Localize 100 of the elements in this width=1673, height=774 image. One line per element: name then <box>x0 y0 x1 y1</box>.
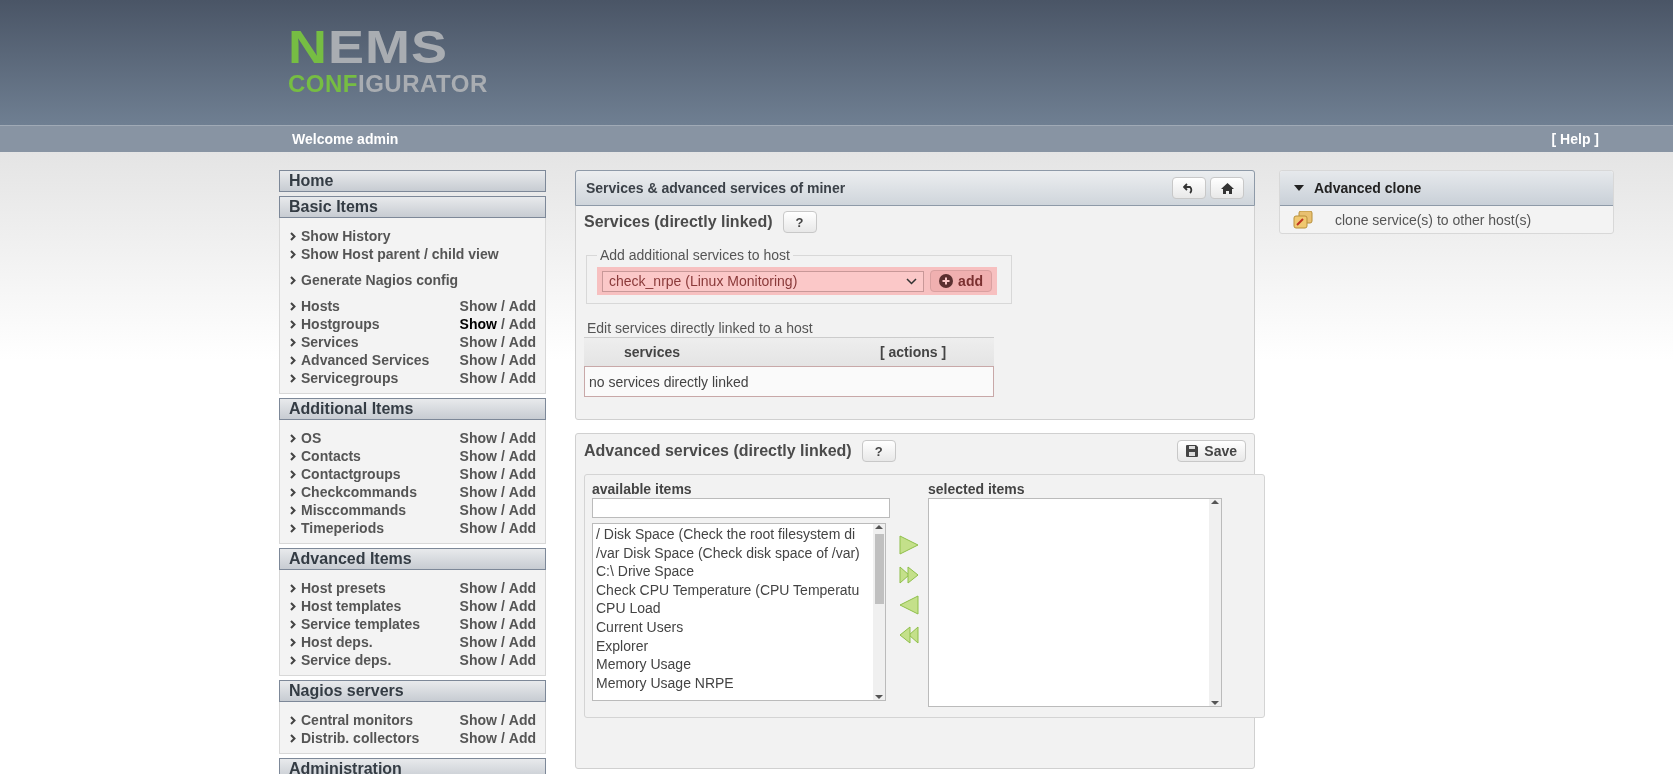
sidebar-link[interactable]: Show Host parent / child view <box>301 246 536 262</box>
add-link[interactable]: Add <box>508 448 536 464</box>
sidebar-heading[interactable]: Administration <box>279 758 546 774</box>
sidebar-link[interactable]: Contacts <box>301 448 460 464</box>
add-link[interactable]: Add <box>508 316 536 332</box>
add-link[interactable]: Add <box>508 652 536 668</box>
add-link[interactable]: Add <box>508 370 536 386</box>
sidebar-link[interactable]: Hostgroups <box>301 316 460 332</box>
show-link[interactable]: Show <box>459 370 497 386</box>
sidebar-link[interactable]: Distrib. collectors <box>301 730 460 746</box>
show-link[interactable]: Show <box>459 430 497 446</box>
show-link[interactable]: Show <box>459 502 497 518</box>
list-item[interactable]: CPU Load <box>596 599 870 618</box>
show-link[interactable]: Show <box>459 616 497 632</box>
double-arrow-icon[interactable] <box>898 625 920 645</box>
arrow-icon[interactable] <box>898 535 920 555</box>
back-button[interactable] <box>1172 177 1206 199</box>
add-button[interactable]: add <box>930 270 992 292</box>
help-button[interactable]: ? <box>861 440 896 462</box>
sidebar-link[interactable]: Timeperiods <box>301 520 460 536</box>
list-item[interactable]: C:\ Drive Space <box>596 562 870 581</box>
show-link[interactable]: Show <box>459 652 497 668</box>
help-button[interactable]: ? <box>782 211 817 233</box>
scroll-down-icon[interactable] <box>875 694 883 700</box>
list-item[interactable]: Memory Usage <box>596 655 870 674</box>
list-item[interactable]: Current Users <box>596 617 870 637</box>
add-link[interactable]: Add <box>508 580 536 596</box>
service-select[interactable]: check_nrpe (Linux Monitoring) <box>602 270 925 292</box>
separator-text: / <box>500 502 505 518</box>
sidebar-link[interactable]: Host templates <box>301 598 460 614</box>
sidebar-link[interactable]: Misccommands <box>301 502 460 518</box>
separator-text: / <box>500 334 505 350</box>
add-link[interactable]: Add <box>508 598 536 614</box>
scroll-up-icon[interactable] <box>1211 499 1219 505</box>
sidebar-link[interactable]: Hosts <box>301 298 460 314</box>
sidebar-link[interactable]: OS <box>301 430 460 446</box>
scroll-up-icon[interactable] <box>875 524 883 530</box>
add-link[interactable]: Add <box>508 712 536 728</box>
scrollbar[interactable] <box>1209 499 1221 706</box>
available-list[interactable] <box>592 523 886 701</box>
sidebar-link[interactable]: Service deps. <box>301 652 460 668</box>
sidebar-link[interactable]: Central monitors <box>301 712 460 728</box>
add-link[interactable]: Add <box>508 520 536 536</box>
separator-text: / <box>500 316 505 332</box>
scroll-down-icon[interactable] <box>1211 700 1219 706</box>
add-link[interactable]: Add <box>508 616 536 632</box>
show-link[interactable]: Show <box>459 580 497 596</box>
sidebar-link[interactable]: Generate Nagios config <box>301 272 536 288</box>
section-heading: Services (directly linked) <box>584 213 773 231</box>
list-label: selected items <box>928 481 1026 498</box>
add-link[interactable]: Add <box>508 484 536 500</box>
sidebar-link[interactable]: Advanced Services <box>301 352 460 368</box>
add-link[interactable]: Add <box>508 334 536 350</box>
separator-text: / <box>500 484 505 500</box>
sidebar-link[interactable]: Show History <box>301 228 536 244</box>
sidebar-heading[interactable]: Advanced Items <box>279 548 546 570</box>
add-link[interactable]: Add <box>508 430 536 446</box>
sidebar-link[interactable]: Checkcommands <box>301 484 460 500</box>
sidebar-link[interactable]: Host deps. <box>301 634 460 650</box>
list-item[interactable]: Check CPU Temperature (CPU Temperatu <box>596 580 870 600</box>
show-link[interactable]: Show <box>459 520 497 536</box>
show-link[interactable]: Show <box>459 448 497 464</box>
list-item[interactable]: Explorer <box>596 636 870 656</box>
home-icon <box>1220 182 1234 194</box>
add-link[interactable]: Add <box>508 730 536 746</box>
show-link[interactable]: Show <box>459 466 497 482</box>
sidebar-heading[interactable]: Home <box>279 170 546 192</box>
show-link[interactable]: Show <box>459 730 497 746</box>
show-link[interactable]: Show <box>459 484 497 500</box>
show-link[interactable]: Show <box>459 316 497 332</box>
home-button[interactable] <box>1210 177 1244 199</box>
add-link[interactable]: Add <box>508 502 536 518</box>
add-link[interactable]: Add <box>508 634 536 650</box>
save-button[interactable]: Save <box>1177 440 1246 462</box>
sidebar-link[interactable]: Host presets <box>301 580 460 596</box>
list-item[interactable]: / Disk Space (Check the root filesystem di <box>596 525 870 544</box>
show-link[interactable]: Show <box>459 352 497 368</box>
show-link[interactable]: Show <box>459 598 497 614</box>
filter-input[interactable] <box>592 498 890 518</box>
clone-link[interactable]: clone service(s) to other host(s) <box>1335 211 1532 228</box>
arrow-icon[interactable] <box>898 595 920 615</box>
sidebar-link[interactable]: Contactgroups <box>301 466 460 482</box>
sidebar-link[interactable]: Service templates <box>301 616 460 632</box>
scrollbar[interactable] <box>873 524 885 700</box>
sidebar-link[interactable]: Services <box>301 334 460 350</box>
list-item[interactable]: Memory Usage NRPE <box>596 673 870 693</box>
show-link[interactable]: Show <box>459 298 497 314</box>
sidebar-link[interactable]: Servicegroups <box>301 370 460 386</box>
add-link[interactable]: Add <box>508 298 536 314</box>
add-link[interactable]: Add <box>508 352 536 368</box>
show-link[interactable]: Show <box>459 712 497 728</box>
sidebar-heading[interactable]: Nagios servers <box>279 680 546 702</box>
separator-text: / <box>500 520 505 536</box>
sidebar-heading[interactable]: Basic Items <box>279 196 546 218</box>
list-item[interactable]: /var Disk Space (Check disk space of /var) <box>596 543 870 563</box>
show-link[interactable]: Show <box>459 634 497 650</box>
double-arrow-icon[interactable] <box>898 565 920 585</box>
show-link[interactable]: Show <box>459 334 497 350</box>
add-link[interactable]: Add <box>508 466 536 482</box>
sidebar-heading[interactable]: Additional Items <box>279 398 546 420</box>
